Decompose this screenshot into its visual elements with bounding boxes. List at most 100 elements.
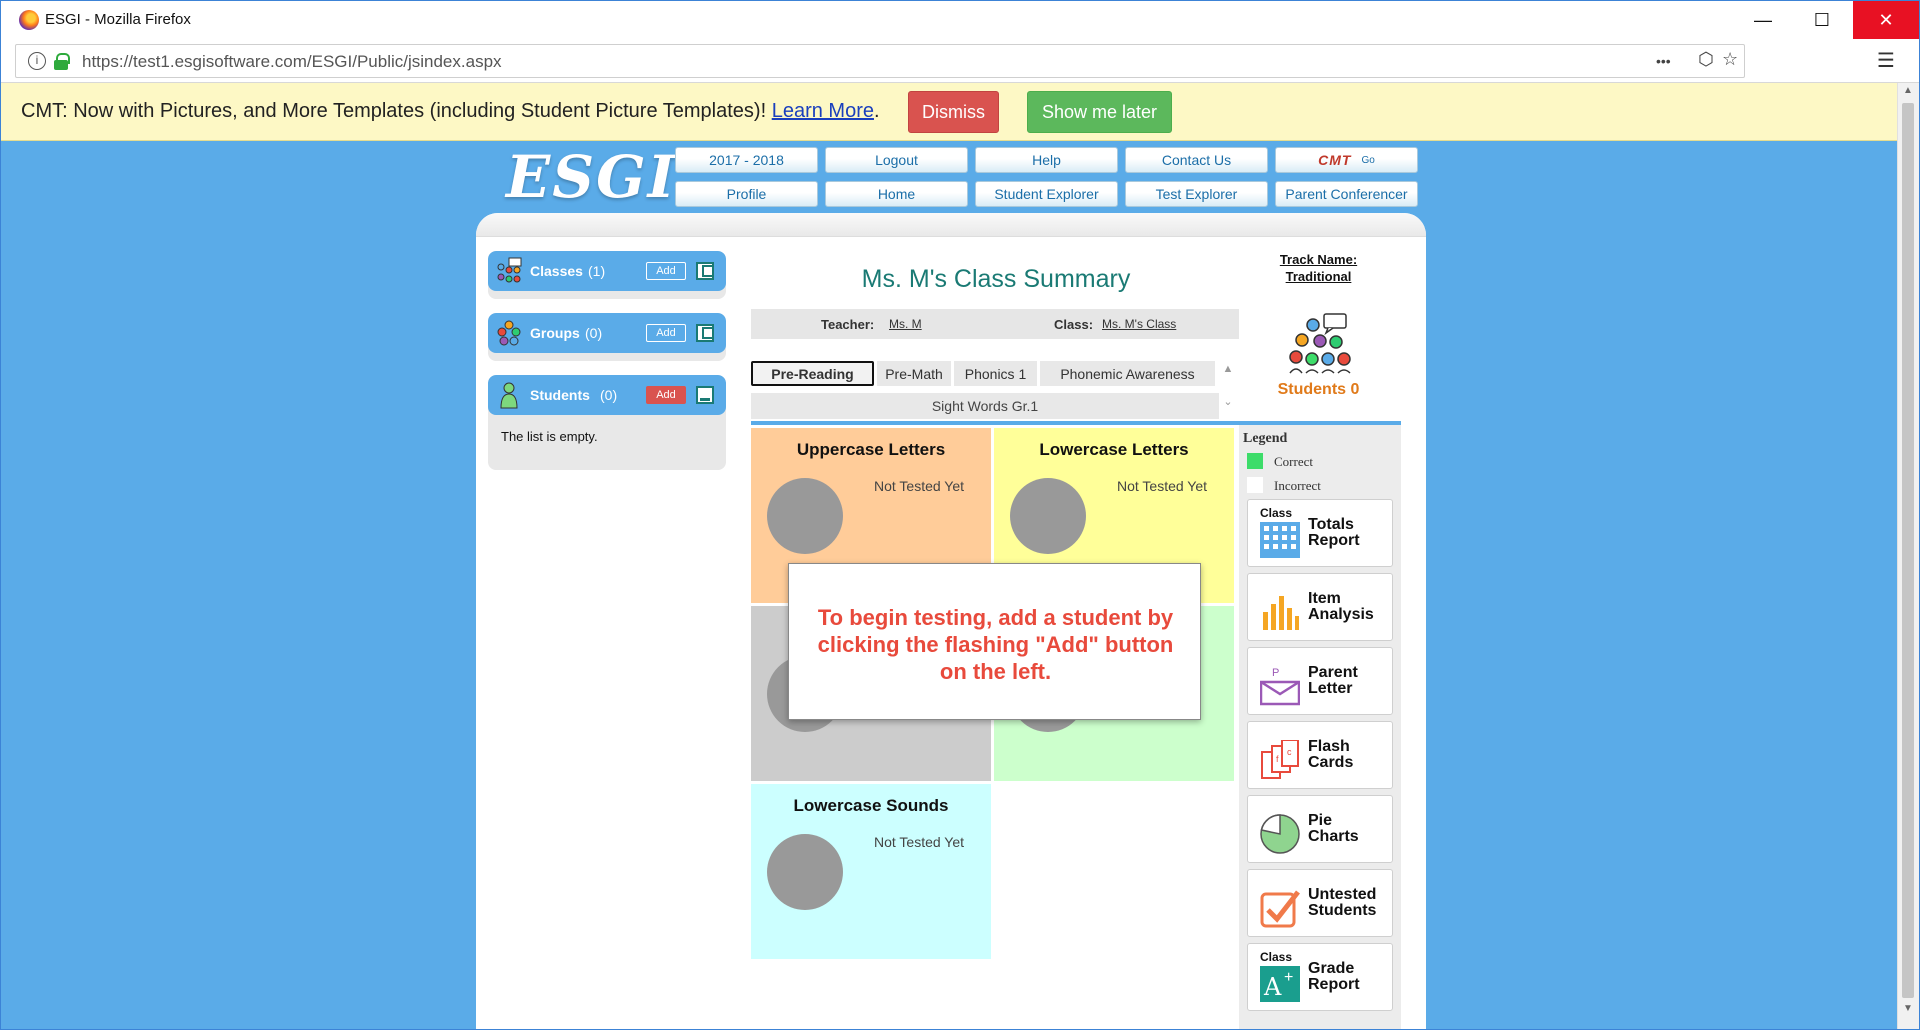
pocket-icon[interactable]: ⬡ — [1698, 49, 1714, 70]
empty-list-message: The list is empty. — [501, 429, 598, 444]
item-analysis-button[interactable]: Item Analysis — [1247, 573, 1393, 641]
expand-icon[interactable] — [696, 324, 714, 342]
students-section: Students (0) Add The list is empty. — [488, 375, 726, 470]
scrollbar-thumb[interactable] — [1902, 103, 1914, 998]
learn-more-link[interactable]: Learn More — [772, 100, 874, 122]
notification-bar: CMT: Now with Pictures, and More Templat… — [1, 83, 1897, 141]
tile-title: Lowercase Sounds — [793, 796, 949, 815]
info-icon[interactable]: i — [28, 52, 46, 70]
legend-panel: Legend Correct Incorrect Class Totals Rep… — [1239, 425, 1401, 1029]
page-title: Ms. M's Class Summary — [861, 265, 1131, 293]
report-label: Item Analysis — [1308, 590, 1374, 623]
add-student-button[interactable]: Add — [646, 386, 686, 404]
class-totals-report-button[interactable]: Class Totals Report — [1247, 499, 1393, 567]
test-tile-lowercase-sounds[interactable]: Lowercase Sounds Not Tested Yet — [751, 784, 991, 959]
class-link[interactable]: Ms. M's Class — [1102, 317, 1176, 331]
tab-pre-reading[interactable]: Pre-Reading — [751, 361, 874, 386]
menu-icon[interactable]: ☰ — [1877, 48, 1895, 73]
groups-label: Groups — [530, 325, 580, 341]
bookmark-star-icon[interactable]: ☆ — [1722, 49, 1738, 70]
students-label: Students — [530, 387, 590, 403]
flash-cards-button[interactable]: c f Flash Cards — [1247, 721, 1393, 789]
incorrect-label: Incorrect — [1274, 478, 1321, 493]
scroll-up-arrow-icon[interactable]: ▲ — [1903, 85, 1913, 96]
track-name[interactable]: Track Name: Traditional — [1256, 251, 1381, 285]
expand-icon[interactable] — [696, 262, 714, 280]
tab-scroll-down-icon[interactable]: ⌄ — [1219, 395, 1237, 408]
add-group-button[interactable]: Add — [646, 324, 686, 342]
class-label: Class: — [1054, 317, 1094, 332]
progress-pie-icon — [767, 834, 843, 910]
title-bar: ESGI - Mozilla Firefox — ☐ ✕ — [1, 1, 1919, 39]
logout-button[interactable]: Logout — [825, 147, 968, 173]
cards-icon: c f — [1261, 740, 1299, 779]
tile-title: Lowercase Letters — [1039, 440, 1189, 459]
classes-section: Classes (1) Add — [488, 251, 726, 299]
cmt-label: CMT — [1318, 152, 1352, 168]
tile-status: Not Tested Yet — [1117, 478, 1208, 494]
report-label: Pie Charts — [1308, 812, 1359, 845]
svg-text:c: c — [1287, 747, 1292, 757]
groups-header[interactable]: Groups (0) Add — [488, 313, 726, 353]
tile-status: Not Tested Yet — [874, 834, 965, 850]
tab-phonemic-awareness[interactable]: Phonemic Awareness — [1040, 361, 1215, 386]
minimize-button[interactable]: — — [1734, 1, 1792, 39]
instruction-overlay: To begin testing, add a student by click… — [788, 563, 1201, 720]
add-class-button[interactable]: Add — [646, 262, 686, 280]
profile-button[interactable]: Profile — [675, 181, 818, 207]
tab-scroll-up-icon[interactable]: ▲ — [1219, 363, 1237, 375]
classes-count: (1) — [588, 263, 606, 279]
report-label: Flash Cards — [1308, 738, 1354, 771]
student-explorer-button[interactable]: Student Explorer — [975, 181, 1118, 207]
school-year-button[interactable]: 2017 - 2018 — [675, 147, 818, 173]
instruction-message: To begin testing, add a student by click… — [817, 605, 1174, 684]
classes-header[interactable]: Classes (1) Add — [488, 251, 726, 291]
tab-phonics-1[interactable]: Phonics 1 — [954, 361, 1037, 386]
dismiss-button[interactable]: Dismiss — [908, 91, 999, 133]
teacher-link[interactable]: Ms. M — [889, 317, 922, 331]
progress-pie-icon — [767, 478, 843, 554]
test-explorer-button[interactable]: Test Explorer — [1125, 181, 1268, 207]
lock-icon[interactable] — [54, 53, 70, 70]
window-title: ESGI - Mozilla Firefox — [45, 11, 191, 28]
go-label: Go — [1361, 154, 1375, 166]
envelope-icon: P — [1260, 667, 1300, 706]
tab-sight-words-gr1[interactable]: Sight Words Gr.1 — [751, 393, 1219, 419]
class-grade-report-button[interactable]: Class A + Grade Report — [1247, 943, 1393, 1011]
untested-students-button[interactable]: Untested Students — [1247, 869, 1393, 937]
page-actions-icon[interactable]: ••• — [1656, 53, 1671, 69]
tile-title: Uppercase Letters — [796, 440, 946, 459]
groups-icon — [497, 320, 521, 346]
vertical-scrollbar[interactable]: ▲ ▼ — [1897, 83, 1919, 1029]
pie-charts-button[interactable]: Pie Charts — [1247, 795, 1393, 863]
home-button[interactable]: Home — [825, 181, 968, 207]
url-text[interactable]: https://test1.esgisoftware.com/ESGI/Publ… — [82, 52, 502, 72]
parent-conferencer-button[interactable]: Parent Conferencer — [1275, 181, 1418, 207]
show-me-later-button[interactable]: Show me later — [1027, 91, 1172, 133]
esgi-logo[interactable]: ESGI — [506, 143, 677, 211]
tile-status: Not Tested Yet — [874, 478, 965, 494]
close-button[interactable]: ✕ — [1853, 1, 1919, 39]
collapse-icon[interactable] — [696, 386, 714, 404]
checkbox-icon — [1260, 890, 1300, 928]
url-bar[interactable]: i https://test1.esgisoftware.com/ESGI/Pu… — [15, 44, 1745, 78]
report-label: Totals Report — [1308, 516, 1360, 549]
groups-section: Groups (0) Add — [488, 313, 726, 361]
firefox-icon — [19, 10, 39, 30]
contact-us-button[interactable]: Contact Us — [1125, 147, 1268, 173]
correct-swatch — [1247, 453, 1263, 469]
teacher-label: Teacher: — [821, 317, 875, 332]
scroll-down-arrow-icon[interactable]: ▼ — [1903, 1003, 1913, 1014]
navigation-bar: i https://test1.esgisoftware.com/ESGI/Pu… — [1, 39, 1919, 83]
panel-header-strip — [476, 213, 1426, 237]
cmt-go-button[interactable]: CMT Go — [1275, 147, 1418, 173]
svg-text:+: + — [1284, 969, 1293, 986]
parent-letter-button[interactable]: P Parent Letter — [1247, 647, 1393, 715]
tab-pre-math[interactable]: Pre-Math — [877, 361, 951, 386]
students-header[interactable]: Students (0) Add — [488, 375, 726, 415]
teacher-class-bar: Teacher: Ms. M Class: Ms. M's Class — [751, 309, 1239, 339]
svg-text:A: A — [1263, 973, 1282, 1001]
help-button[interactable]: Help — [975, 147, 1118, 173]
maximize-button[interactable]: ☐ — [1793, 1, 1851, 39]
tab-scroll[interactable]: ▲ ⌄ — [1219, 361, 1237, 419]
